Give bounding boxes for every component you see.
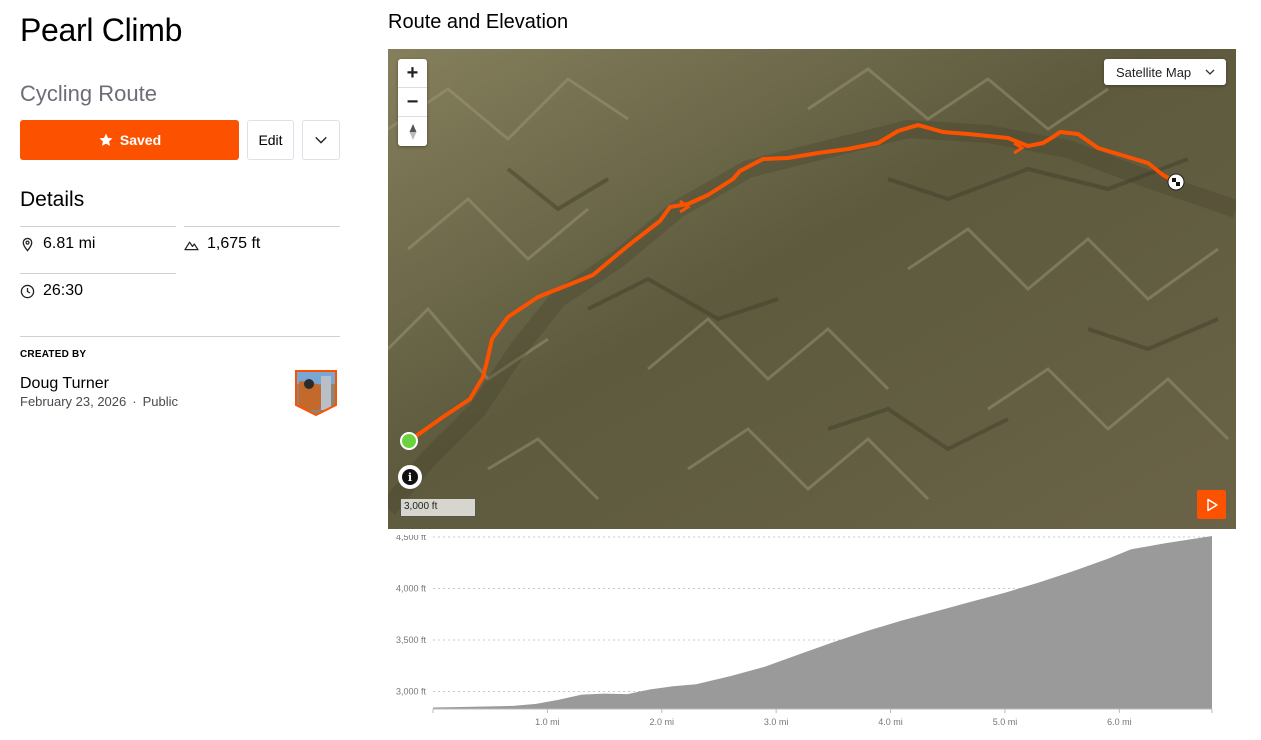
star-icon xyxy=(99,133,113,146)
elevation-area xyxy=(433,536,1212,709)
x-tick-label: 5.0 mi xyxy=(993,717,1018,727)
x-tick-label: 3.0 mi xyxy=(764,717,789,727)
map-scale: 3,000 ft xyxy=(400,499,476,517)
y-tick-label: 4,500 ft xyxy=(396,535,427,542)
info-icon: i xyxy=(402,469,418,485)
zoom-in-button[interactable]: + xyxy=(398,59,427,88)
x-tick-label: 6.0 mi xyxy=(1107,717,1132,727)
creator-avatar[interactable] xyxy=(295,370,337,416)
y-tick-label: 3,500 ft xyxy=(396,635,427,645)
divider xyxy=(20,226,176,227)
more-options-button[interactable] xyxy=(302,120,340,160)
y-tick-label: 4,000 ft xyxy=(396,584,427,594)
details-heading: Details xyxy=(20,188,85,211)
route-elevation-heading: Route and Elevation xyxy=(388,11,569,33)
chevron-down-icon xyxy=(1205,69,1215,75)
map-type-dropdown[interactable]: Satellite Map xyxy=(1104,59,1226,85)
separator-dot: · xyxy=(132,394,137,409)
created-by-label: CREATED BY xyxy=(20,349,87,360)
satellite-terrain xyxy=(388,49,1236,529)
finish-marker xyxy=(1167,173,1185,191)
elevation-gain-value: 1,675 ft xyxy=(207,235,261,252)
route-map[interactable]: + − Satellite Map i 3,000 ft xyxy=(388,49,1236,529)
creator-name-link[interactable]: Doug Turner xyxy=(20,375,109,393)
zoom-out-button[interactable]: − xyxy=(398,88,427,117)
divider xyxy=(184,226,340,227)
divider xyxy=(20,273,176,274)
time-stat: 26:30 xyxy=(20,282,83,300)
map-type-label: Satellite Map xyxy=(1116,64,1192,80)
created-date: February 23, 2026 xyxy=(20,394,127,409)
play-icon xyxy=(1206,498,1218,511)
compass-icon xyxy=(409,123,416,140)
mountain-icon xyxy=(184,241,199,250)
clock-icon xyxy=(20,284,35,298)
elevation-chart[interactable]: 4,500 ft 4,000 ft 3,500 ft 3,000 ft 1.0 mi 2.… xyxy=(388,535,1236,735)
flyover-play-button[interactable] xyxy=(1197,490,1226,519)
distance-stat: 6.81 mi xyxy=(20,235,95,253)
route-type: Cycling Route xyxy=(20,81,157,106)
zoom-controls: + − xyxy=(398,59,427,146)
location-pin-icon xyxy=(22,237,33,252)
elevation-gain-stat: 1,675 ft xyxy=(184,235,260,253)
start-marker xyxy=(400,432,418,450)
compass-button[interactable] xyxy=(398,117,427,146)
saved-button[interactable]: Saved xyxy=(20,120,239,160)
x-tick-label: 1.0 mi xyxy=(535,717,560,727)
distance-value: 6.81 mi xyxy=(43,235,96,252)
route-title: Pearl Climb xyxy=(20,12,183,48)
y-tick-label: 3,000 ft xyxy=(396,686,427,696)
saved-button-label: Saved xyxy=(119,132,162,148)
divider xyxy=(20,336,340,337)
x-tick-label: 4.0 mi xyxy=(878,717,903,727)
visibility-label: Public xyxy=(142,394,178,409)
x-tick-label: 2.0 mi xyxy=(650,717,675,727)
created-meta: February 23, 2026 · Public xyxy=(20,394,178,409)
map-info-button[interactable]: i xyxy=(398,465,422,489)
edit-button[interactable]: Edit xyxy=(247,120,294,160)
chevron-down-icon xyxy=(315,136,327,144)
time-value: 26:30 xyxy=(43,282,84,299)
